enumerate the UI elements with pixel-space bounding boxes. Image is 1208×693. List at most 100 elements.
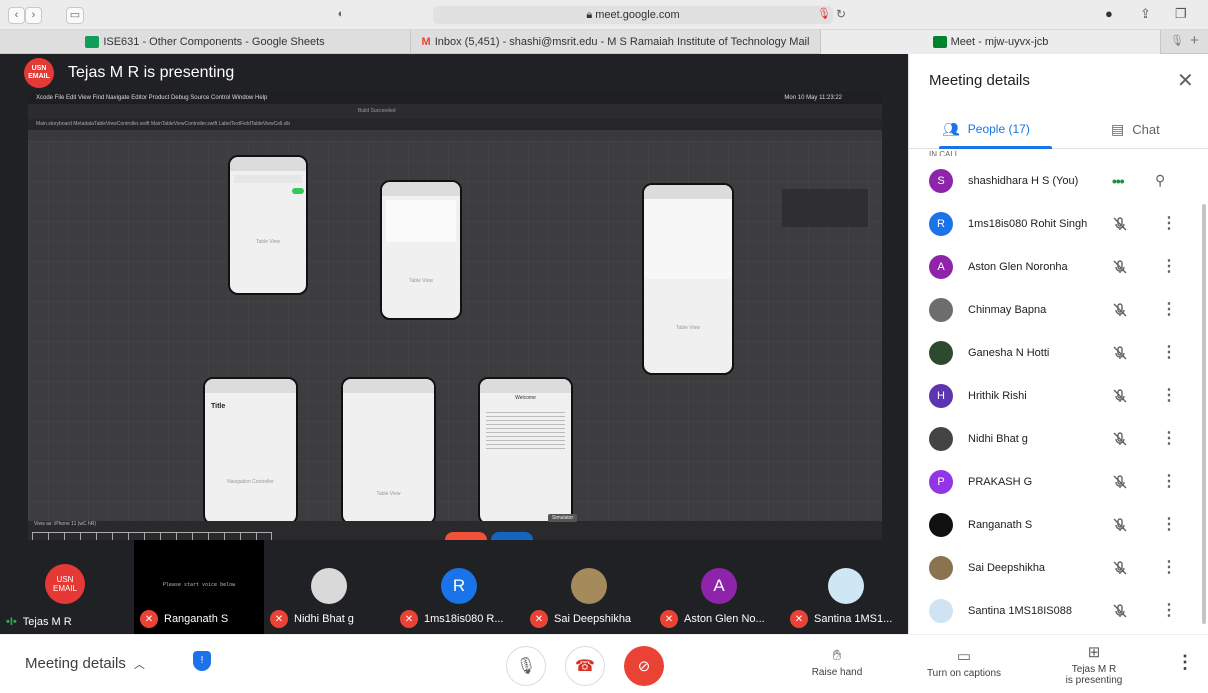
avatar <box>929 555 953 580</box>
more-options-icon[interactable]: ⋮ <box>1161 602 1177 619</box>
person-row[interactable]: Chinmay Bapna ⋮ <box>909 288 1201 331</box>
tile-name: Ranganath S <box>164 613 229 625</box>
storyboard-phone: Table View <box>642 183 734 375</box>
reload-icon[interactable]: ↻ <box>836 7 846 21</box>
share-icon[interactable]: ⇪ <box>1140 6 1151 22</box>
microphone-indicator-icon[interactable]: 🎙︎ <box>817 7 831 20</box>
phone-header <box>230 157 306 171</box>
more-options-icon[interactable]: ⋮ <box>1176 652 1194 673</box>
simulator-tooltip: Simulator <box>548 514 578 522</box>
back-button[interactable]: ‹ <box>8 7 25 24</box>
phone-header <box>644 185 732 199</box>
storyboard-phone: Table View <box>228 155 308 295</box>
person-row[interactable]: Nidhi Bhat g ⋮ <box>909 417 1201 460</box>
tab-meet[interactable]: Meet - mjw-uyvx-jcb <box>821 30 1161 54</box>
person-row[interactable]: R 1ms18is080 Rohit Singh ⋮ <box>909 202 1201 245</box>
shared-screen[interactable]: Xcode File Edit View Find Navigate Edito… <box>28 92 882 572</box>
more-options-icon[interactable]: ⋮ <box>1161 516 1177 533</box>
person-row[interactable]: Santina 1MS18IS088 ⋮ <box>909 589 1201 632</box>
meeting-details-button[interactable]: Meeting details ︿ <box>25 655 145 672</box>
mic-off-icon <box>1113 345 1127 359</box>
person-row[interactable]: A Aston Glen Noronha ⋮ <box>909 245 1201 288</box>
presenting-button[interactable]: ⊞ Tejas M R is presenting <box>1054 643 1134 686</box>
captions-button[interactable]: ▭ Turn on captions <box>915 647 1013 679</box>
tile-sai[interactable]: ✕ Sai Deepshikha <box>524 540 654 634</box>
mic-off-icon <box>1113 474 1127 488</box>
badge-line: EMAIL <box>52 584 77 593</box>
panel-title: Meeting details <box>929 72 1030 89</box>
more-options-icon[interactable]: ⋮ <box>1161 473 1177 490</box>
person-name: shashidhara H S (You) <box>968 174 1079 187</box>
tile-ranganath[interactable]: Please start voice below ✕ Ranganath S <box>134 540 264 634</box>
phone-label: Navigation Controller <box>227 479 274 485</box>
tab-people[interactable]: 👥︎ People (17) <box>942 109 1030 149</box>
participant-avatar: USN EMAIL <box>45 564 85 604</box>
chat-icon: ▤ <box>1111 120 1125 137</box>
phone-header <box>382 182 460 196</box>
phone-header <box>205 379 296 393</box>
tab-google-sheets[interactable]: ISE631 - Other Components - Google Sheet… <box>0 30 411 54</box>
person-row[interactable]: Ranganath S ⋮ <box>909 503 1201 546</box>
person-row[interactable]: P PRAKASH G ⋮ <box>909 460 1201 503</box>
chevron-up-icon: ︿ <box>133 658 145 671</box>
participant-avatar: R <box>441 568 477 604</box>
tile-namebar: ✕ Ranganath S <box>140 610 260 628</box>
avatar <box>929 512 953 537</box>
more-options-icon[interactable]: ⋮ <box>1161 559 1177 576</box>
tabs-overview-icon[interactable]: ❐ <box>1175 6 1187 22</box>
tile-nidhi[interactable]: ✕ Nidhi Bhat g <box>264 540 394 634</box>
tile-name: 1ms18is080 R... <box>424 613 504 625</box>
tab-label: ISE631 - Other Components - Google Sheet… <box>103 36 325 48</box>
forward-button[interactable]: › <box>25 7 42 24</box>
pin-icon[interactable]: ⚲ <box>1155 172 1165 189</box>
address-bar[interactable]: 🔒︎ meet.google.com <box>433 6 833 24</box>
tile-namebar: ✕ Nidhi Bhat g <box>270 610 390 628</box>
tile-santina[interactable]: ✕ Santina 1MS1... <box>784 540 908 634</box>
person-row[interactable]: S shashidhara H S (You) ••• ⚲ <box>909 159 1201 202</box>
more-options-icon[interactable]: ⋮ <box>1161 344 1177 361</box>
presenting-label-2: is presenting <box>1065 675 1123 686</box>
more-options-icon[interactable]: ⋮ <box>1161 387 1177 404</box>
badge-line: EMAIL <box>28 73 50 80</box>
more-options-icon[interactable]: ⋮ <box>1161 215 1177 232</box>
phone-label: Welcome <box>515 395 536 401</box>
person-name: PRAKASH G <box>968 475 1033 488</box>
tile-rohit[interactable]: R ✕ 1ms18is080 R... <box>394 540 524 634</box>
mic-off-icon <box>1113 302 1127 316</box>
close-icon[interactable]: ✕ <box>1177 68 1194 93</box>
tile-aston[interactable]: A ✕ Aston Glen No... <box>654 540 784 634</box>
more-options-icon[interactable]: ⋮ <box>1161 258 1177 275</box>
mic-off-icon: ✕ <box>270 610 288 628</box>
tile-name: Aston Glen No... <box>684 613 765 625</box>
raise-hand-button[interactable]: ✋︎ Raise hand <box>805 647 869 678</box>
camera-off-button[interactable]: ⊘ <box>624 646 664 686</box>
person-name: Chinmay Bapna <box>968 303 1047 316</box>
phone-header <box>343 379 434 393</box>
panel-scrollbar[interactable] <box>1202 204 1206 624</box>
present-icon: ⊞ <box>1087 644 1101 661</box>
mic-off-icon: ✕ <box>530 610 548 628</box>
meeting-details-panel: Meeting details ✕ 👥︎ People (17) ▤ Chat … <box>908 54 1208 634</box>
person-row[interactable]: H Hrithik Rishi ⋮ <box>909 374 1201 417</box>
tile-name: Santina 1MS1... <box>814 613 893 625</box>
avatar: H <box>929 383 953 408</box>
person-row[interactable]: Sai Deepshikha ⋮ <box>909 546 1201 589</box>
mic-off-icon <box>1113 259 1127 273</box>
phone-form <box>386 200 456 242</box>
more-options-icon[interactable]: ⋮ <box>1161 430 1177 447</box>
person-name: Santina 1MS18IS088 <box>968 604 1072 617</box>
more-options-icon[interactable]: ⋮ <box>1161 301 1177 318</box>
extension-icon[interactable]: ● <box>1105 6 1113 21</box>
mic-button[interactable]: 🎙︎ <box>506 646 546 686</box>
new-tab-button[interactable]: + <box>1190 32 1199 49</box>
host-controls-icon[interactable]: ! <box>193 651 211 671</box>
tab-inbox[interactable]: M Inbox (5,451) - shashi@msrit.edu - M S… <box>411 30 821 54</box>
captions-icon: ▭ <box>956 648 972 665</box>
person-row[interactable]: Ganesha N Hotti ⋮ <box>909 331 1201 374</box>
tab-chat[interactable]: ▤ Chat <box>1111 109 1160 149</box>
xcode-toolbar: Build Succeeded <box>28 104 882 119</box>
leave-call-button[interactable]: ☎︎ <box>565 646 605 686</box>
sidebar-icon[interactable]: ▭ <box>66 7 84 24</box>
privacy-icon[interactable]: ◐ <box>333 7 349 24</box>
tile-tejas[interactable]: USN EMAIL •I• Tejas M R <box>0 540 130 634</box>
